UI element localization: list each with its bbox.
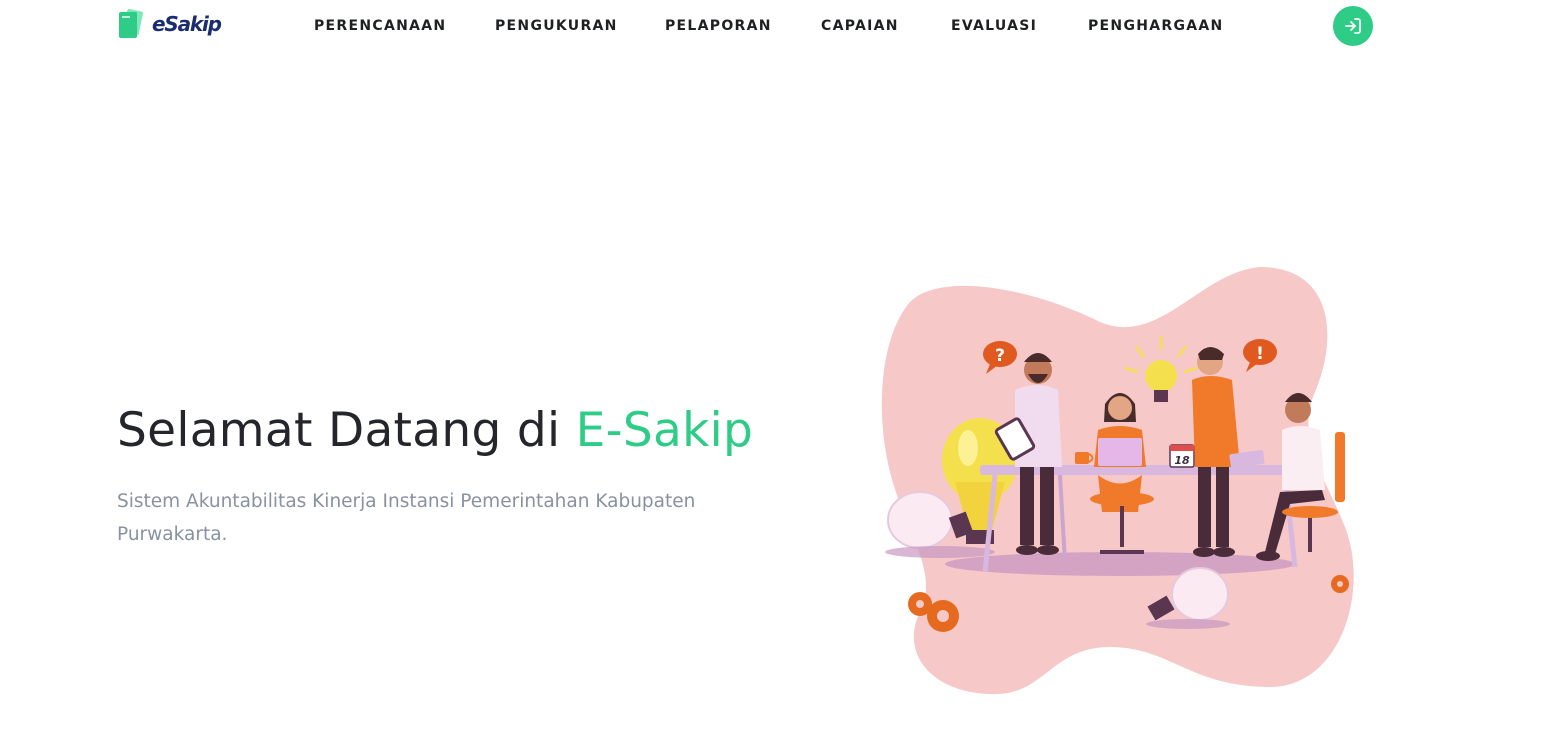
nav-item-evaluasi[interactable]: EVALUASI	[951, 17, 1037, 35]
question-mark: ?	[995, 346, 1005, 366]
floor-shadow	[945, 552, 1295, 576]
hero-title: Selamat Datang di E-Sakip	[117, 400, 753, 462]
nav-item-penghargaan[interactable]: PENGHARGAAN	[1088, 17, 1224, 35]
nav-item-perencanaan[interactable]: PERENCANAAN	[314, 17, 446, 35]
exclamation-mark: !	[1256, 344, 1264, 364]
main-menu: PERENCANAAN PENGUKURAN PELAPORAN CAPAIAN…	[0, 17, 1543, 37]
login-icon	[1345, 18, 1361, 34]
calendar-icon: 18	[1169, 444, 1195, 468]
nav-item-pelaporan[interactable]: PELAPORAN	[665, 17, 772, 35]
hero-title-prefix: Selamat Datang di	[117, 403, 576, 458]
calendar-text: 18	[1174, 454, 1190, 467]
nav-item-capaian[interactable]: CAPAIAN	[821, 17, 899, 35]
gear-right-icon	[1331, 575, 1349, 593]
navbar: eSakip PERENCANAAN PENGUKURAN PELAPORAN …	[0, 0, 1543, 52]
hero-subtitle: Sistem Akuntabilitas Kinerja Instansi Pe…	[117, 491, 696, 545]
team-illustration: 18 ? !	[881, 267, 1354, 695]
nav-item-pengukuran[interactable]: PENGUKURAN	[495, 17, 618, 35]
hero-title-accent: E-Sakip	[575, 403, 754, 458]
login-button[interactable]	[1333, 6, 1373, 46]
